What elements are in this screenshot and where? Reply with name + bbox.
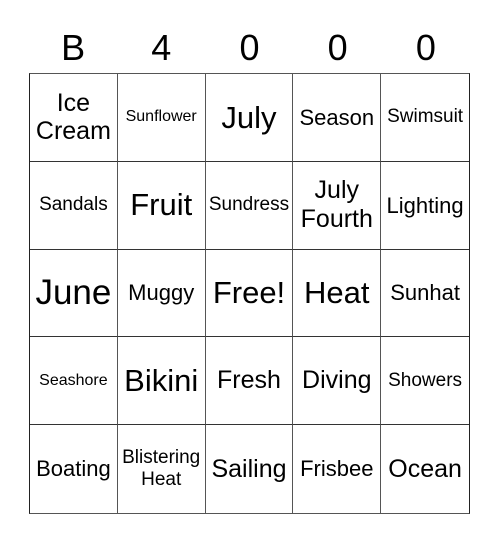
bingo-cell[interactable]: Blistering Heat: [118, 425, 206, 513]
bingo-cell[interactable]: Fresh: [205, 337, 294, 426]
bingo-cell-text: Frisbee: [300, 456, 374, 482]
bingo-cell[interactable]: Boating: [30, 425, 118, 513]
bingo-cell[interactable]: Sailing: [206, 425, 294, 513]
bingo-cell-text: June: [35, 272, 112, 312]
bingo-cell-text: Ocean: [388, 454, 462, 483]
bingo-cell-text: Swimsuit: [387, 106, 464, 128]
bingo-cell-text: Ice Cream: [35, 88, 111, 146]
bingo-cell-text: Boating: [36, 456, 111, 482]
bingo-cell[interactable]: Fruit: [117, 161, 206, 250]
bingo-cell[interactable]: Sunflower: [117, 74, 206, 162]
bingo-grid: Ice Cream Sunflower July Season Swimsuit Sand…: [29, 73, 470, 514]
bingo-cell-text: Sailing: [211, 454, 287, 483]
bingo-cell[interactable]: Sundress: [205, 161, 294, 250]
header-letter-4: 0: [327, 27, 348, 68]
bingo-cell-text: Season: [299, 104, 375, 130]
header-letter-5: 0: [415, 27, 436, 68]
bingo-cell[interactable]: Seashore: [30, 337, 118, 426]
bingo-cell-text: Free!: [212, 275, 286, 311]
bingo-cell[interactable]: Ocean: [381, 425, 469, 513]
bingo-cell[interactable]: Diving: [293, 337, 382, 426]
header-letter-2: 4: [151, 27, 172, 68]
bingo-cell[interactable]: Sandals: [30, 161, 118, 250]
bingo-cell[interactable]: July Fourth: [293, 161, 382, 250]
bingo-cell[interactable]: Bikini: [117, 337, 206, 426]
bingo-cell-text: Muggy: [128, 280, 195, 306]
bingo-header: B 4 0 0 0: [29, 26, 470, 70]
bingo-cell[interactable]: Frisbee: [293, 425, 382, 513]
bingo-cell[interactable]: Lighting: [381, 162, 469, 250]
bingo-cell-text: Fresh: [217, 366, 281, 395]
bingo-cell-text: Blistering Heat: [122, 447, 201, 491]
bingo-cell-text: Seashore: [39, 371, 108, 389]
bingo-cell-text: Bikini: [124, 362, 199, 398]
bingo-cell-text: Heat: [304, 275, 370, 311]
header-letter-1: B: [61, 27, 86, 68]
bingo-cell[interactable]: Sunhat: [381, 250, 469, 338]
bingo-cell[interactable]: Showers: [381, 337, 469, 426]
bingo-cell-text: Lighting: [386, 192, 464, 218]
bingo-cell-text: July: [221, 99, 277, 135]
bingo-cell-text: Diving: [302, 366, 372, 395]
header-letter-3: 0: [239, 27, 260, 68]
bingo-cell[interactable]: Ice Cream: [30, 74, 118, 162]
bingo-cell[interactable]: Muggy: [117, 249, 206, 338]
bingo-cell-text: Sunflower: [125, 108, 197, 126]
bingo-cell-text: Sunhat: [390, 280, 460, 306]
bingo-cell-text: Sundress: [208, 194, 290, 216]
bingo-cell[interactable]: Season: [293, 74, 382, 162]
bingo-cell[interactable]: Swimsuit: [381, 74, 469, 162]
bingo-cell-text: Sandals: [39, 194, 108, 216]
bingo-cell[interactable]: July: [205, 74, 294, 162]
bingo-cell-text: Showers: [388, 369, 463, 391]
bingo-cell[interactable]: Heat: [293, 249, 382, 338]
bingo-cell[interactable]: Free!: [205, 249, 294, 338]
bingo-cell-text: July Fourth: [300, 176, 373, 234]
bingo-cell[interactable]: June: [30, 249, 118, 338]
bingo-cell-text: Fruit: [130, 187, 193, 223]
